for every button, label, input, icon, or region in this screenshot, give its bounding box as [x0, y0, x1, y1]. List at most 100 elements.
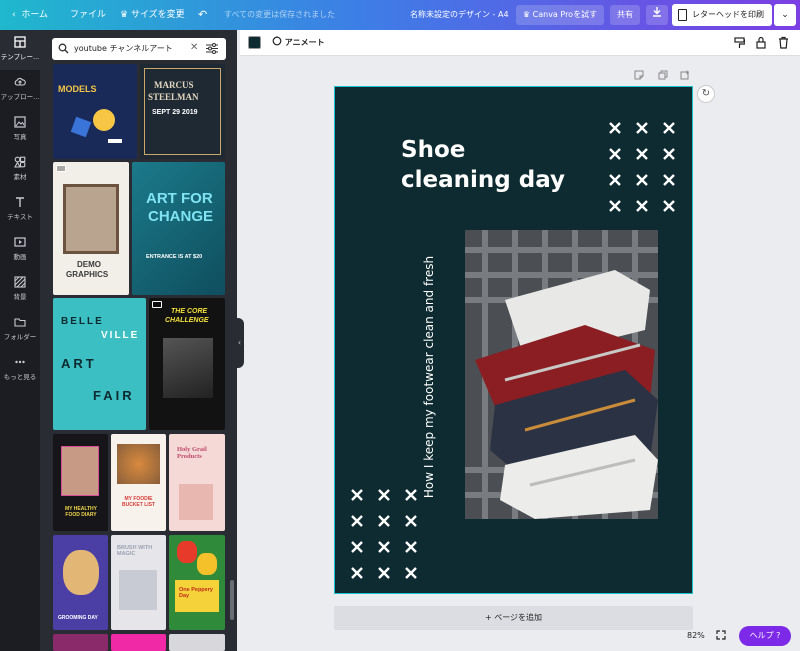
help-button[interactable]: ヘルプ ?: [739, 626, 791, 646]
x-mark: [351, 515, 363, 527]
clear-icon[interactable]: ✕: [190, 42, 198, 53]
shoes-photo[interactable]: [465, 230, 658, 519]
download-icon: [653, 7, 661, 17]
folder-icon: [14, 318, 26, 327]
x-mark: [405, 567, 417, 579]
thumbnail-text: ENTRANCE IS AT $20: [146, 254, 203, 260]
collapse-panel-button[interactable]: ‹: [235, 318, 244, 368]
sidebar-item-label: テンプレー...: [0, 53, 40, 61]
design-title[interactable]: Shoe cleaning day: [401, 135, 565, 195]
thumbnail-text: ART FOR: [146, 190, 213, 207]
sidebar-item-label: フォルダー: [3, 333, 37, 341]
template-thumbnail[interactable]: One Peppery Day: [169, 535, 225, 630]
template-thumbnail[interactable]: ART FOR CHANGE ENTRANCE IS AT $20: [132, 162, 225, 295]
x-mark: [609, 122, 621, 134]
decor: [163, 338, 213, 398]
sidebar-item-text[interactable]: テキスト: [0, 190, 40, 230]
sidebar-item-label: 動画: [13, 253, 27, 261]
undo-icon[interactable]: ↶: [198, 0, 207, 30]
trash-icon[interactable]: [778, 36, 789, 49]
thumbnail-text: BRUSH WITH MAGIC: [117, 545, 153, 557]
template-thumbnail[interactable]: GROOMING DAY: [53, 535, 108, 630]
sidebar-item-elements[interactable]: 素材: [0, 150, 40, 190]
sidebar-item-more[interactable]: もっと見る: [0, 350, 40, 390]
refresh-button[interactable]: ↻: [697, 85, 715, 103]
document-title[interactable]: 名称未設定のデザイン - A4: [410, 0, 509, 30]
thumbnail-text: GRAPHICS: [66, 270, 109, 279]
filter-icon[interactable]: [206, 43, 218, 54]
x-mark: [636, 148, 648, 160]
template-thumbnail[interactable]: MARCUS STEELMAN SEPT 29 2019: [140, 64, 225, 159]
background-icon: [14, 276, 26, 288]
search-input[interactable]: youtube チャンネルアート: [74, 38, 173, 60]
design-page[interactable]: Shoe cleaning day How I keep my footwear…: [334, 86, 693, 594]
sidebar-item-folders[interactable]: フォルダー: [0, 310, 40, 350]
share-button[interactable]: 共有: [610, 5, 640, 25]
upload-icon: [14, 77, 26, 86]
add-page-button[interactable]: + ページを追加: [334, 606, 693, 630]
thumbnail-text: THE CORE: [171, 308, 208, 315]
sidebar-item-label: 写真: [13, 133, 27, 141]
download-button[interactable]: [646, 5, 668, 25]
resize-button[interactable]: ♛ サイズを変更: [120, 0, 185, 30]
add-page-icon[interactable]: [680, 70, 690, 80]
template-thumbnail[interactable]: DEMO GRAPHICS: [53, 162, 129, 295]
x-mark: [378, 541, 390, 553]
paint-format-icon[interactable]: [734, 37, 745, 49]
template-thumbnail[interactable]: [111, 634, 166, 651]
x-pattern-top[interactable]: [607, 120, 682, 215]
animate-button[interactable]: アニメート: [272, 30, 325, 56]
try-pro-button[interactable]: ♛ Canva Proを試す: [516, 5, 604, 25]
template-thumbnail[interactable]: BRUSH WITH MAGIC: [111, 535, 166, 630]
zoom-level[interactable]: 82%: [687, 631, 705, 640]
thumbnail-text: BELLE: [61, 316, 104, 327]
x-mark: [609, 200, 621, 212]
x-mark: [378, 567, 390, 579]
template-panel: youtube チャンネルアート ✕ MODELS MARCUS STEELMA…: [40, 30, 237, 651]
sidebar-item-templates[interactable]: テンプレー...: [0, 30, 40, 70]
x-pattern-bottom[interactable]: [349, 487, 424, 582]
shoes-image: [465, 230, 658, 519]
decor: [93, 109, 115, 131]
more-options-button[interactable]: ⌄: [774, 4, 796, 26]
template-thumbnail[interactable]: MY HEALTHY FOOD DIARY: [53, 434, 108, 531]
template-thumbnail[interactable]: [169, 634, 225, 651]
more-icon: [15, 360, 25, 364]
video-badge-icon: [152, 301, 162, 308]
search-box[interactable]: youtube チャンネルアート ✕: [52, 38, 226, 60]
decor: [63, 550, 99, 595]
lock-icon[interactable]: [756, 36, 766, 49]
thumbnail-text: SEPT 29 2019: [152, 109, 198, 116]
print-letterhead-button[interactable]: レターヘッドを印刷: [672, 4, 772, 26]
template-thumbnail[interactable]: BELLE VILLE ART FAIR: [53, 298, 146, 430]
fullscreen-icon[interactable]: [716, 630, 726, 640]
template-thumbnail[interactable]: [53, 634, 108, 651]
x-mark: [351, 541, 363, 553]
x-mark: [663, 200, 675, 212]
sidebar-item-label: テキスト: [7, 213, 33, 221]
template-thumbnail[interactable]: Holy Grail Products: [169, 434, 225, 531]
thumbnail-text: One Peppery Day: [179, 587, 213, 599]
resize-label: サイズを変更: [130, 10, 185, 20]
sidebar-item-photos[interactable]: 写真: [0, 110, 40, 150]
video-icon: [14, 237, 26, 247]
x-mark: [609, 174, 621, 186]
color-swatch[interactable]: [248, 36, 261, 49]
top-bar: ‹ ホーム ファイル ♛ サイズを変更 ↶ すべての変更は保存されました 名称未…: [0, 0, 800, 30]
duplicate-page-icon[interactable]: [658, 70, 668, 80]
back-home-button[interactable]: ‹ ホーム: [12, 0, 48, 30]
thumbnail-text: MY HEALTHY FOOD DIARY: [64, 506, 98, 518]
file-menu[interactable]: ファイル: [70, 0, 106, 30]
sidebar-item-background[interactable]: 背景: [0, 270, 40, 310]
home-label: ホーム: [21, 10, 49, 20]
template-thumbnail[interactable]: MY FOODIE BUCKET LIST: [111, 434, 166, 531]
sidebar-item-videos[interactable]: 動画: [0, 230, 40, 270]
note-icon[interactable]: [634, 70, 644, 80]
search-icon: [58, 43, 69, 54]
vertical-caption[interactable]: How I keep my footwear clean and fresh: [422, 247, 436, 507]
document-icon: [678, 9, 687, 21]
template-thumbnail[interactable]: THE CORE CHALLENGE: [149, 298, 225, 430]
sidebar-item-uploads[interactable]: アップロー...: [0, 70, 40, 110]
template-thumbnail[interactable]: MODELS: [53, 64, 137, 159]
panel-scrollbar[interactable]: [230, 580, 234, 620]
